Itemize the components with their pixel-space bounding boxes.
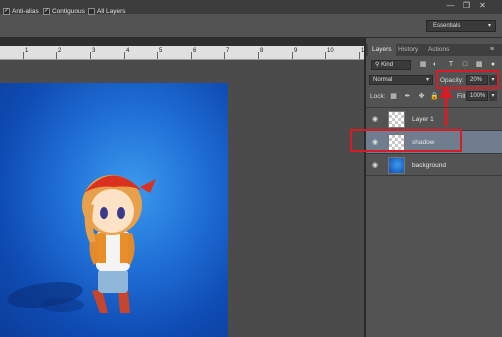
layer-row-layer-1[interactable]: ◉ Layer 1 [366,107,502,130]
ruler-label: 10 [327,48,334,54]
anti-alias-label: Anti-alias [12,8,39,15]
chevron-down-icon: ▾ [487,23,491,29]
restore-icon[interactable]: ❐ [462,2,471,10]
fill-input[interactable]: 100% [466,91,488,101]
fill-slider-toggle[interactable]: ▾ [489,91,497,101]
tab-actions[interactable]: Actions [424,44,453,56]
ruler-label: 9 [294,48,298,54]
ruler-tick [359,52,360,59]
contiguous-checkbox[interactable]: ✓ [43,8,50,15]
panel-tab-bar: Layers History Actions [366,44,502,56]
horizontal-ruler: 1234567891011 [0,46,367,60]
ruler-label: 4 [126,48,130,54]
ruler-label: 6 [193,48,197,54]
shadow-layer-highlight-box [350,129,462,152]
lock-image-icon[interactable]: ✒ [403,92,412,101]
smart-object-filter-icon[interactable]: ▩ [474,60,484,70]
pixel-filter-icon[interactable]: ▦ [418,60,428,70]
search-icon: ⚲ [375,62,380,68]
minimize-icon[interactable]: — [446,2,455,10]
lock-transparent-icon[interactable]: ▦ [389,92,398,101]
lock-position-icon[interactable]: ✥ [417,92,426,101]
ruler-label: 8 [260,48,264,54]
ruler-label: 2 [58,48,62,54]
eye-icon[interactable]: ◉ [372,161,378,169]
ruler-label: 3 [92,48,96,54]
panel-menu-icon[interactable]: ≡ [490,46,494,53]
document-image[interactable] [0,83,228,337]
ruler-tick [191,52,192,59]
layer-name: Layer 1 [412,116,434,123]
ruler-tick [90,52,91,59]
layer-name: background [412,162,446,169]
chevron-down-icon: ▾ [425,77,429,83]
ruler-tick [325,52,326,59]
ruler-tick [157,52,158,59]
tab-history[interactable]: History [394,44,422,56]
ruler-label: 5 [159,48,163,54]
ruler-tick [56,52,57,59]
layer-thumbnail [388,157,405,174]
lock-label: Lock: [370,93,386,100]
workspace-label: Essentials [433,23,461,29]
type-filter-icon[interactable]: T [446,60,456,70]
ruler-tick [124,52,125,59]
all-layers-checkbox[interactable] [88,8,95,15]
layer-row-background[interactable]: ◉ background [366,153,502,176]
layer-thumbnail [388,111,405,128]
ruler-tick [23,52,24,59]
filter-kind-label: Kind [381,62,394,68]
ruler-tick [292,52,293,59]
ruler-tick [258,52,259,59]
adjustment-filter-icon[interactable]: ◐ [430,60,440,70]
ruler-label: 1 [25,48,29,54]
blend-mode-select[interactable]: Normal ▾ [369,75,433,85]
shape-filter-icon[interactable]: □ [460,60,470,70]
ruler-tick [224,52,225,59]
document-tab-strip[interactable] [0,38,364,46]
blend-mode-label: Normal [373,77,393,83]
anti-alias-checkbox[interactable]: ✓ [3,8,10,15]
workspace-select[interactable]: Essentials ▾ [426,20,496,32]
close-icon[interactable]: ✕ [478,2,487,10]
filter-toggle-icon[interactable]: ● [488,60,498,70]
tab-layers[interactable]: Layers [368,44,396,56]
all-layers-label: All Layers [97,8,126,15]
contiguous-label: Contiguous [52,8,85,15]
filter-kind-select[interactable]: ⚲ Kind [371,60,411,70]
chibi-character [82,175,156,313]
character-shadow-tail [40,298,84,312]
eye-icon[interactable]: ◉ [372,115,378,123]
ruler-label: 7 [226,48,230,54]
